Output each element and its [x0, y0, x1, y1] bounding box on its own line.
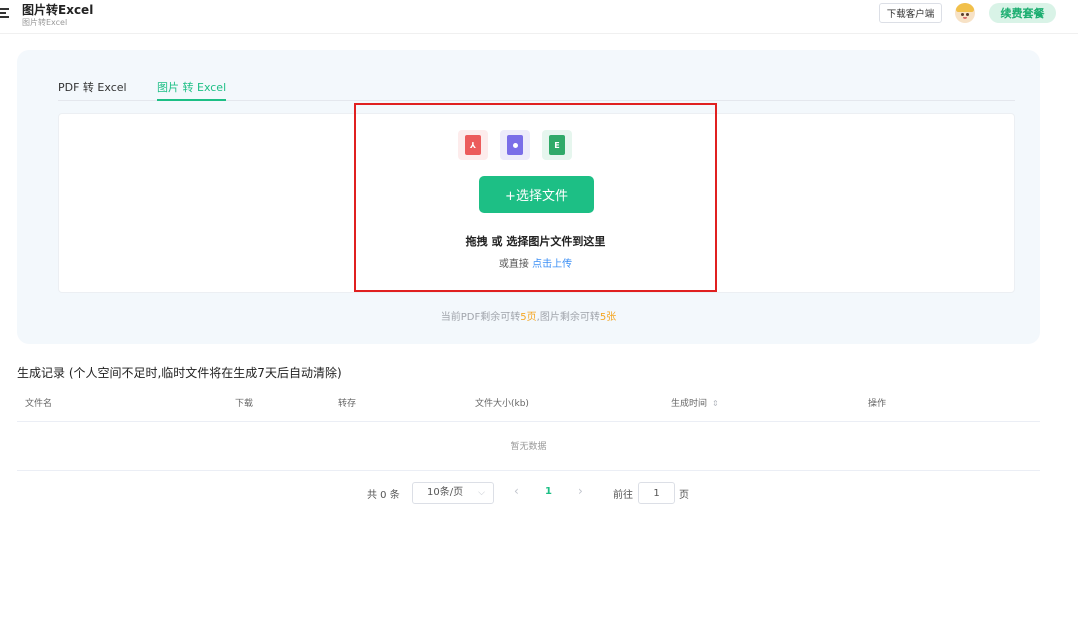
empty-text: 暂无数据: [510, 442, 547, 452]
page-size-value: 10条/页: [427, 487, 464, 498]
quota-pdf-label: 当前PDF剩余可转: [440, 312, 521, 323]
page-number-current[interactable]: 1: [545, 486, 552, 497]
conversion-card: PDF 转 Excel 图片 转 Excel ⅄ E +选择文件 拖拽 或 选择…: [17, 50, 1040, 344]
sort-icon[interactable]: ⇕: [712, 399, 719, 408]
pagination-total: 共 0 条: [367, 490, 400, 501]
highlight-box: [354, 103, 717, 292]
chevron-down-icon: ⌵: [478, 488, 485, 498]
prev-page-button[interactable]: ‹: [514, 484, 519, 498]
tab-pdf-to-excel[interactable]: PDF 转 Excel: [58, 79, 127, 101]
page-size-select[interactable]: 10条/页 ⌵: [412, 482, 494, 504]
col-download: 下载: [235, 399, 254, 409]
records-table: 文件名 下载 转存 文件大小(kb) 生成时间 ⇕ 操作 暂无数据: [17, 387, 1040, 471]
records-title: 生成记录 (个人空间不足时,临时文件将在生成7天后自动清除): [17, 366, 342, 380]
col-created-time[interactable]: 生成时间 ⇕: [671, 396, 719, 409]
col-file-size: 文件大小(kb): [475, 399, 529, 409]
page-title: 图片转Excel: [22, 3, 94, 17]
renew-plan-button[interactable]: 续费套餐: [989, 3, 1056, 23]
quota-pdf-unit: 页: [526, 312, 537, 323]
pagination: 共 0 条 10条/页 ⌵ ‹ 1 › 前往 页: [0, 482, 1078, 504]
goto-page-input[interactable]: [638, 482, 675, 504]
tab-bar: PDF 转 Excel 图片 转 Excel: [58, 77, 1015, 101]
col-actions: 操作: [868, 399, 887, 409]
goto-label: 前往: [613, 490, 633, 501]
table-header: 文件名 下载 转存 文件大小(kb) 生成时间 ⇕ 操作: [17, 387, 1040, 422]
top-header: 图片转Excel 图片转Excel 下载客户端 续费套餐: [0, 0, 1078, 34]
col-created-time-label: 生成时间: [671, 399, 708, 409]
page-unit-label: 页: [679, 490, 689, 501]
tab-image-to-excel[interactable]: 图片 转 Excel: [157, 79, 227, 101]
download-client-button[interactable]: 下载客户端: [879, 3, 942, 23]
page-subtitle: 图片转Excel: [22, 18, 68, 27]
empty-row: 暂无数据: [17, 422, 1040, 471]
col-save: 转存: [338, 399, 357, 409]
col-filename: 文件名: [25, 399, 53, 409]
avatar[interactable]: [955, 3, 975, 23]
quota-image-unit: 张: [606, 312, 617, 323]
menu-icon[interactable]: [0, 6, 10, 18]
next-page-button[interactable]: ›: [578, 484, 583, 498]
quota-status: 当前PDF剩余可转5页,图片剩余可转5张: [17, 308, 1040, 323]
quota-image-label: ,图片剩余可转: [536, 312, 600, 323]
